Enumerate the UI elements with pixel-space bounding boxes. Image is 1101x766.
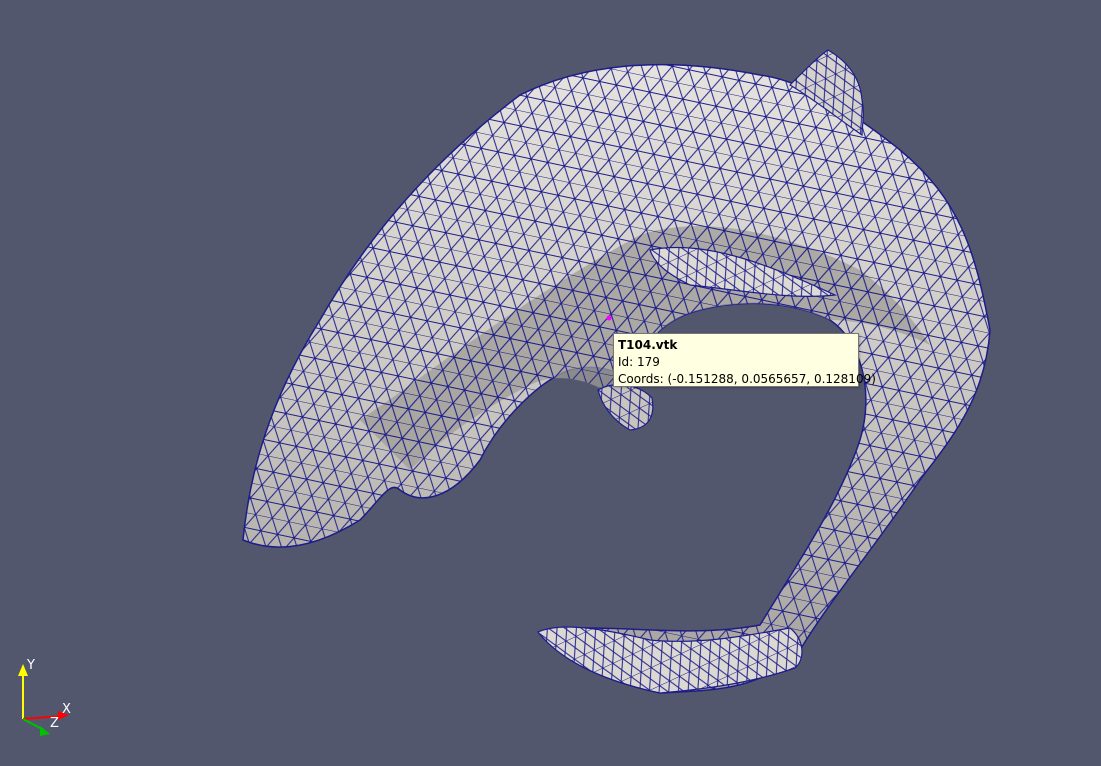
tooltip-id-row: Id: 179	[618, 354, 854, 371]
x-axis-label: X	[62, 702, 71, 717]
picked-point-marker	[606, 315, 612, 321]
tooltip-id-value: 179	[637, 355, 660, 369]
tooltip-coords-value: (-0.151288, 0.0565657, 0.128109)	[667, 372, 876, 386]
tooltip-coords-row: Coords: (-0.151288, 0.0565657, 0.128109)	[618, 371, 876, 388]
render-viewport[interactable]: Y X Z T104.vtk Id: 179 Coords: (-0.15128…	[0, 0, 1101, 766]
mesh-lobe	[597, 384, 654, 431]
orientation-axes	[18, 664, 69, 736]
z-axis-arrow	[40, 726, 50, 736]
pick-tooltip: T104.vtk Id: 179 Coords: (-0.151288, 0.0…	[613, 333, 876, 388]
tooltip-id-label: Id:	[618, 355, 634, 369]
y-axis-label: Y	[27, 658, 35, 673]
mesh-render[interactable]	[0, 0, 1101, 766]
z-axis-label: Z	[50, 716, 59, 731]
tooltip-file-name: T104.vtk	[618, 338, 678, 352]
tooltip-coords-label: Coords:	[618, 372, 664, 386]
